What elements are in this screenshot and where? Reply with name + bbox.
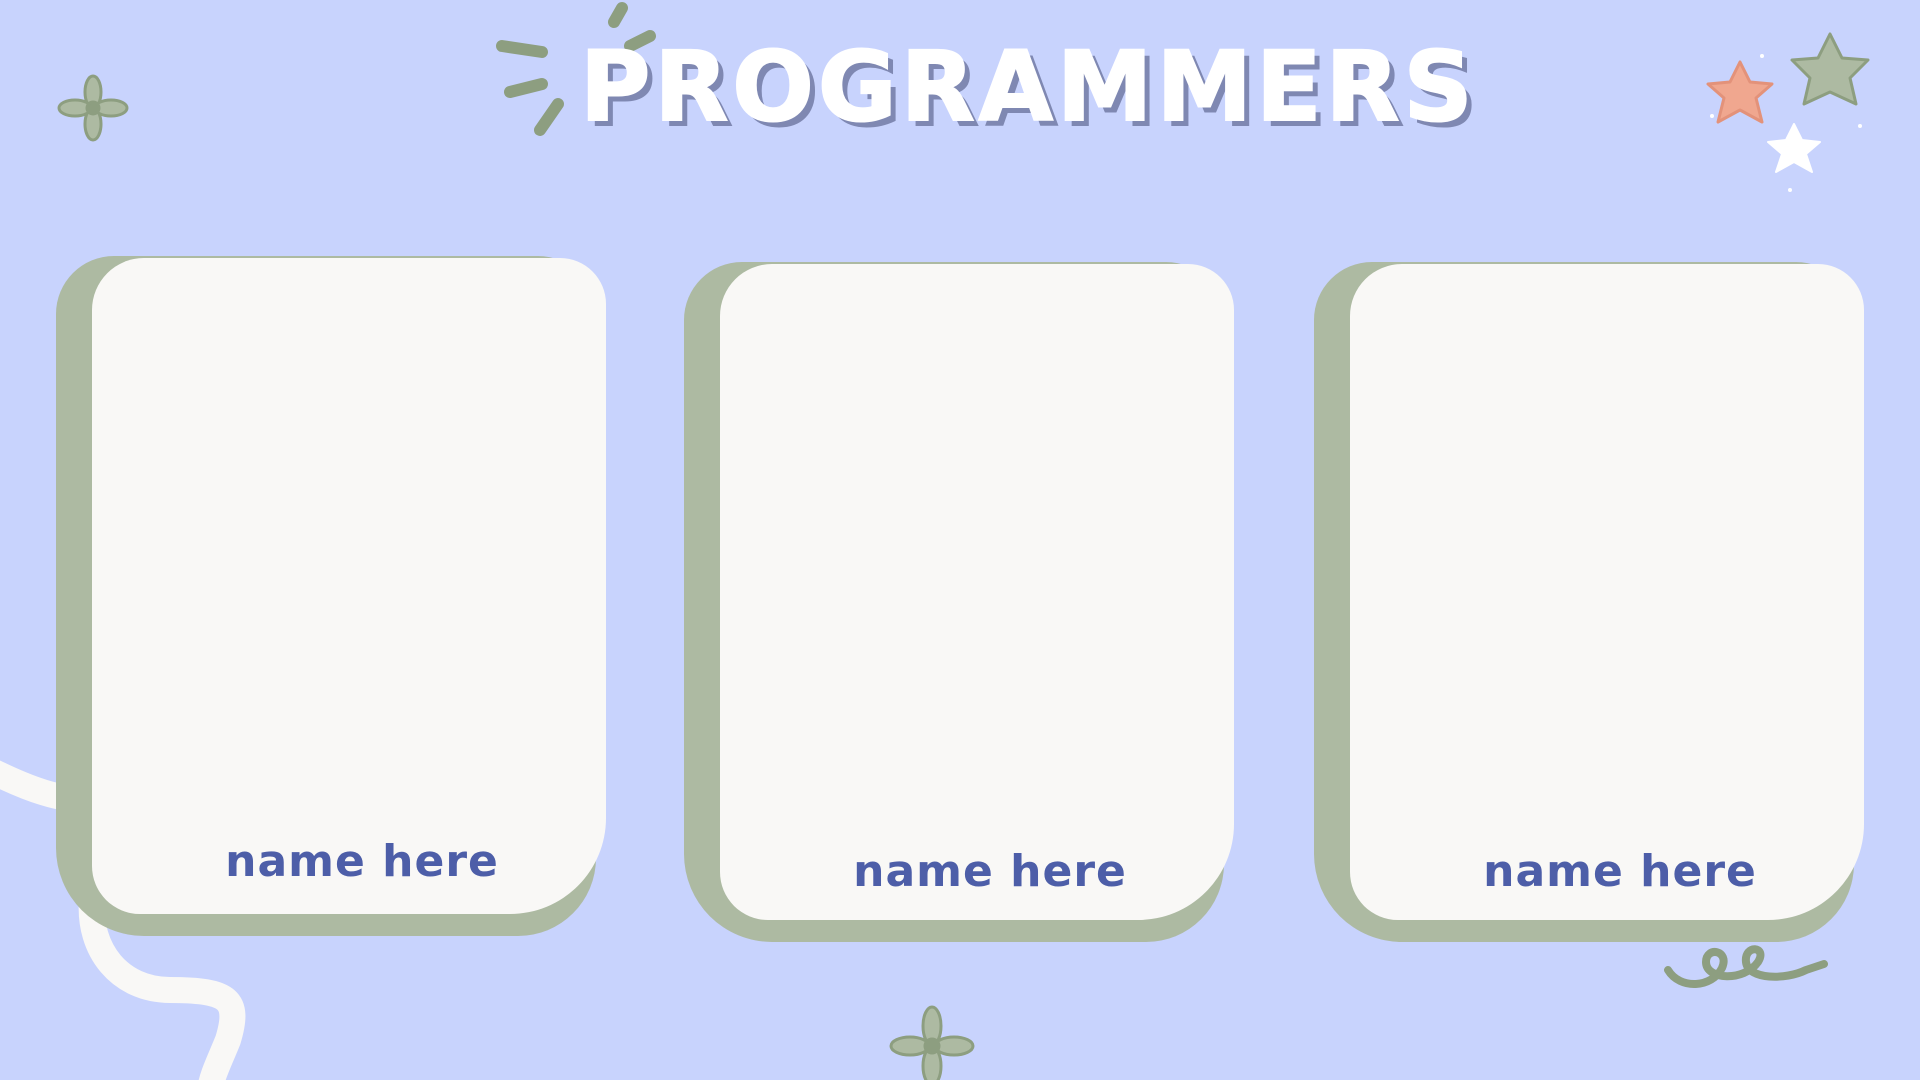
flower-icon (889, 1005, 975, 1080)
